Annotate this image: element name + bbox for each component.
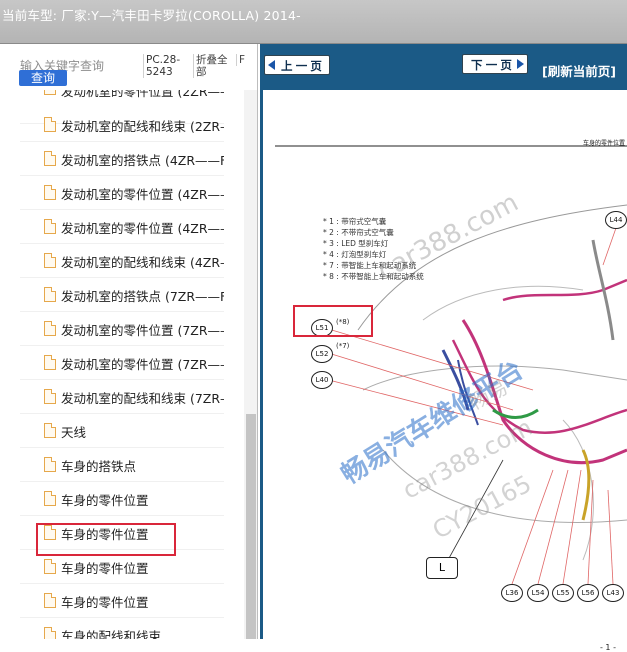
list-item-label: 发动机室的配线和线束 (4ZR—— xyxy=(61,255,224,270)
list-item[interactable]: 发动机室的配线和线束 (4ZR—— xyxy=(20,244,224,278)
list-item[interactable]: 车身的搭铁点 xyxy=(20,448,224,482)
viewer-toolbar: 上 一 页 下 一 页 [刷新当前页] xyxy=(260,44,627,90)
document-icon xyxy=(44,457,56,472)
legend-line: * 8 : 不带智能上车和起动系统 xyxy=(323,272,424,281)
document-icon xyxy=(44,253,56,268)
document-icon xyxy=(44,627,56,639)
search-button[interactable]: 查询 xyxy=(19,70,67,86)
document-viewer: 上 一 页 下 一 页 [刷新当前页] 车身的零件位置 * 1: 带帘式空气囊… xyxy=(260,44,627,652)
list-item[interactable]: 天线 xyxy=(20,414,224,448)
list-item[interactable]: 发动机室的配线和线束 (7ZR—— xyxy=(20,380,224,414)
callout-l52[interactable]: L52 xyxy=(311,345,333,363)
list-item-label: 发动机室的零件位置 (2ZR——F xyxy=(61,90,224,99)
document-icon xyxy=(44,559,56,574)
next-page-button[interactable]: 下 一 页 xyxy=(462,54,528,74)
document-icon xyxy=(44,185,56,200)
page-number: - 1 - xyxy=(600,643,616,652)
list-item[interactable]: 车身的配线和线束 xyxy=(20,618,224,639)
callout-l55[interactable]: L55 xyxy=(552,584,574,602)
document-page: 车身的零件位置 * 1: 带帘式空气囊 * 2: 不带帘式空气囊 * 3:… xyxy=(260,90,627,652)
list-item[interactable]: 车身的零件位置 xyxy=(20,482,224,516)
collapse-all-button[interactable]: 折叠全部 xyxy=(193,54,235,78)
list-item[interactable]: 发动机室的零件位置 (4ZR——F xyxy=(20,210,224,244)
list-item-label: 发动机室的配线和线束 (2ZR—— xyxy=(61,119,224,134)
callout-l54[interactable]: L54 xyxy=(527,584,549,602)
sidebar-scrollbar[interactable] xyxy=(244,90,257,639)
list-item-label: 车身的配线和线束 xyxy=(61,629,162,639)
previous-page-label: 上 一 页 xyxy=(281,61,322,73)
list-item[interactable]: 发动机室的搭铁点 (4ZR——FE) xyxy=(20,142,224,176)
scrollbar-thumb[interactable] xyxy=(246,414,256,639)
document-icon xyxy=(44,287,56,302)
list-item[interactable]: 发动机室的零件位置 (7ZR——F xyxy=(20,346,224,380)
list-item-label: 车身的零件位置 xyxy=(61,561,149,576)
list-item[interactable]: 车身的零件位置 xyxy=(20,584,224,618)
callout-tag: (*7) xyxy=(336,342,350,350)
legend-line: * 2 : 不带帘式空气囊 xyxy=(323,228,394,237)
list-item[interactable]: 发动机室的零件位置 (7ZR——F xyxy=(20,312,224,346)
document-icon xyxy=(44,355,56,370)
document-icon xyxy=(44,321,56,336)
callout-l36[interactable]: L36 xyxy=(501,584,523,602)
document-icon xyxy=(44,593,56,608)
list-item-label: 车身的搭铁点 xyxy=(61,459,137,474)
refresh-page-link[interactable]: [刷新当前页] xyxy=(542,61,616,80)
document-icon xyxy=(44,491,56,506)
code-label: PC.28-5243 xyxy=(143,54,189,78)
list-item-label: 天线 xyxy=(61,425,87,440)
list-item-label: 发动机室的零件位置 (4ZR——F xyxy=(61,187,224,202)
list-item-label: 车身的零件位置 xyxy=(61,493,149,508)
callout-highlight xyxy=(293,305,373,337)
list-item[interactable]: 发动机室的搭铁点 (7ZR——FE) xyxy=(20,278,224,312)
document-icon xyxy=(44,117,56,132)
callout-l56[interactable]: L56 xyxy=(577,584,599,602)
list-item-label: 发动机室的配线和线束 (7ZR—— xyxy=(61,391,224,406)
extra-column-label: F xyxy=(236,54,248,66)
list-item-label: 发动机室的零件位置 (4ZR——F xyxy=(61,221,224,236)
arrow-left-icon xyxy=(268,60,275,70)
sidebar: 查询 PC.28-5243 折叠全部 F 发动机室的零件位置 (2ZR——F 发… xyxy=(0,44,258,639)
list-item-label: 车身的零件位置 xyxy=(61,595,149,610)
document-icon xyxy=(44,219,56,234)
sidebar-toolbar: 查询 PC.28-5243 折叠全部 F xyxy=(0,44,257,90)
title-bar: 当前车型: 厂家:Y—汽丰田卡罗拉(COROLLA) 2014- xyxy=(0,0,627,44)
list-item-label: 发动机室的零件位置 (7ZR——F xyxy=(61,357,224,372)
callout-l[interactable]: L xyxy=(426,557,458,579)
list-item[interactable]: 发动机室的零件位置 (4ZR——F xyxy=(20,176,224,210)
document-tree: 发动机室的零件位置 (2ZR——F 发动机室的配线和线束 (2ZR—— 发动机室… xyxy=(0,90,244,639)
document-icon xyxy=(44,423,56,438)
arrow-right-icon xyxy=(517,59,524,69)
document-icon xyxy=(44,389,56,404)
legend-line: * 7 : 带智能上车和起动系统 xyxy=(323,261,417,270)
callout-l44[interactable]: L44 xyxy=(605,211,627,229)
list-item-label: 发动机室的搭铁点 (7ZR——FE) xyxy=(61,289,224,304)
legend-line: * 1 : 带帘式空气囊 xyxy=(323,217,387,226)
document-icon xyxy=(44,151,56,166)
callout-l43[interactable]: L43 xyxy=(602,584,624,602)
list-item-label: 发动机室的零件位置 (7ZR——F xyxy=(61,323,224,338)
list-item[interactable]: 发动机室的配线和线束 (2ZR—— xyxy=(20,108,224,142)
callout-l40[interactable]: L40 xyxy=(311,371,333,389)
list-item-label: 发动机室的搭铁点 (4ZR——FE) xyxy=(61,153,224,168)
selection-highlight xyxy=(36,523,176,556)
vehicle-title: 当前车型: 厂家:Y—汽丰田卡罗拉(COROLLA) 2014- xyxy=(2,8,301,23)
next-page-label: 下 一 页 xyxy=(471,60,512,72)
legend-line: * 3 : LED 型刹车灯 xyxy=(323,239,389,248)
legend-line: * 4 : 灯泡型刹车灯 xyxy=(323,250,387,259)
previous-page-button[interactable]: 上 一 页 xyxy=(264,55,330,75)
document-icon xyxy=(44,90,56,95)
